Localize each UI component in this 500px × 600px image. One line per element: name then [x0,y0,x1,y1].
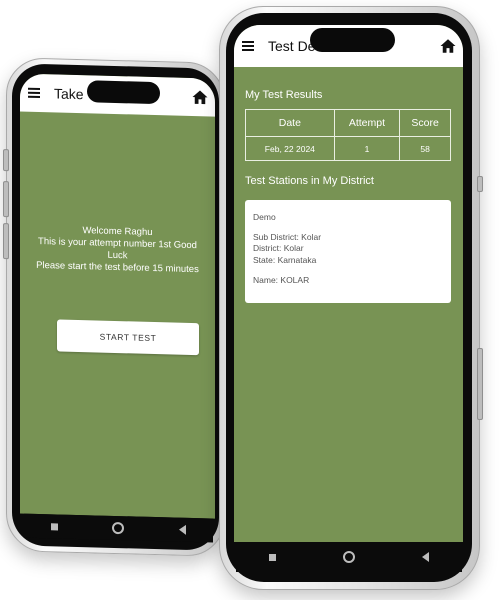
volume-down-button [3,223,9,260]
nav-back-icon[interactable] [178,524,186,535]
nav-recents-icon[interactable] [51,522,59,530]
nav-home-icon[interactable] [112,521,125,535]
home-icon[interactable] [191,88,209,106]
nav-home-icon[interactable] [342,551,355,563]
start-test-button[interactable]: START TEST [57,319,199,356]
table-header-row: Date Attempt Score [245,109,451,137]
power-button [477,176,483,192]
take-test-screen: Take T Welcome Raghu This is your attemp… [20,73,215,519]
table-row: Feb, 22 2024 1 58 [245,136,451,161]
page-title: Test De [268,38,316,54]
cell-attempt: 1 [333,136,401,161]
column-header-score: Score [399,109,451,137]
cell-score: 58 [399,136,451,161]
dynamic-island [310,28,395,52]
nav-back-icon[interactable] [421,552,429,562]
welcome-message: Welcome Raghu This is your attempt numbe… [28,224,207,277]
test-results-table: Date Attempt Score Feb, 22 2024 1 58 [245,109,451,161]
column-header-attempt: Attempt [333,109,401,137]
volume-up-button [3,181,9,218]
test-details-screen: Test De My Test Results Date Attempt Sco… [234,25,463,542]
station-state: State: Karnataka [253,254,317,265]
left-phone: Take T Welcome Raghu This is your attemp… [3,57,225,557]
station-card[interactable]: Demo Sub District: Kolar District: Kolar… [245,200,451,303]
nav-recents-icon[interactable] [269,553,277,561]
menu-icon[interactable] [28,87,40,99]
android-nav-bar [236,542,462,572]
column-header-date: Date [245,109,335,137]
right-phone: Test De My Test Results Date Attempt Sco… [219,6,483,590]
station-sub-district: Sub District: Kolar [253,231,322,242]
station-district: District: Kolar [253,243,304,253]
home-icon[interactable] [439,37,457,55]
dynamic-island [87,80,160,105]
silent-switch [3,149,9,172]
menu-icon[interactable] [242,41,254,51]
cell-date: Feb, 22 2024 [245,136,335,161]
android-nav-bar [24,513,213,543]
station-name: Demo [253,212,276,222]
test-results-heading: My Test Results [245,89,323,101]
test-stations-heading: Test Stations in My District [245,175,374,187]
station-label-name: Name: KOLAR [253,275,310,285]
side-button [477,348,483,420]
